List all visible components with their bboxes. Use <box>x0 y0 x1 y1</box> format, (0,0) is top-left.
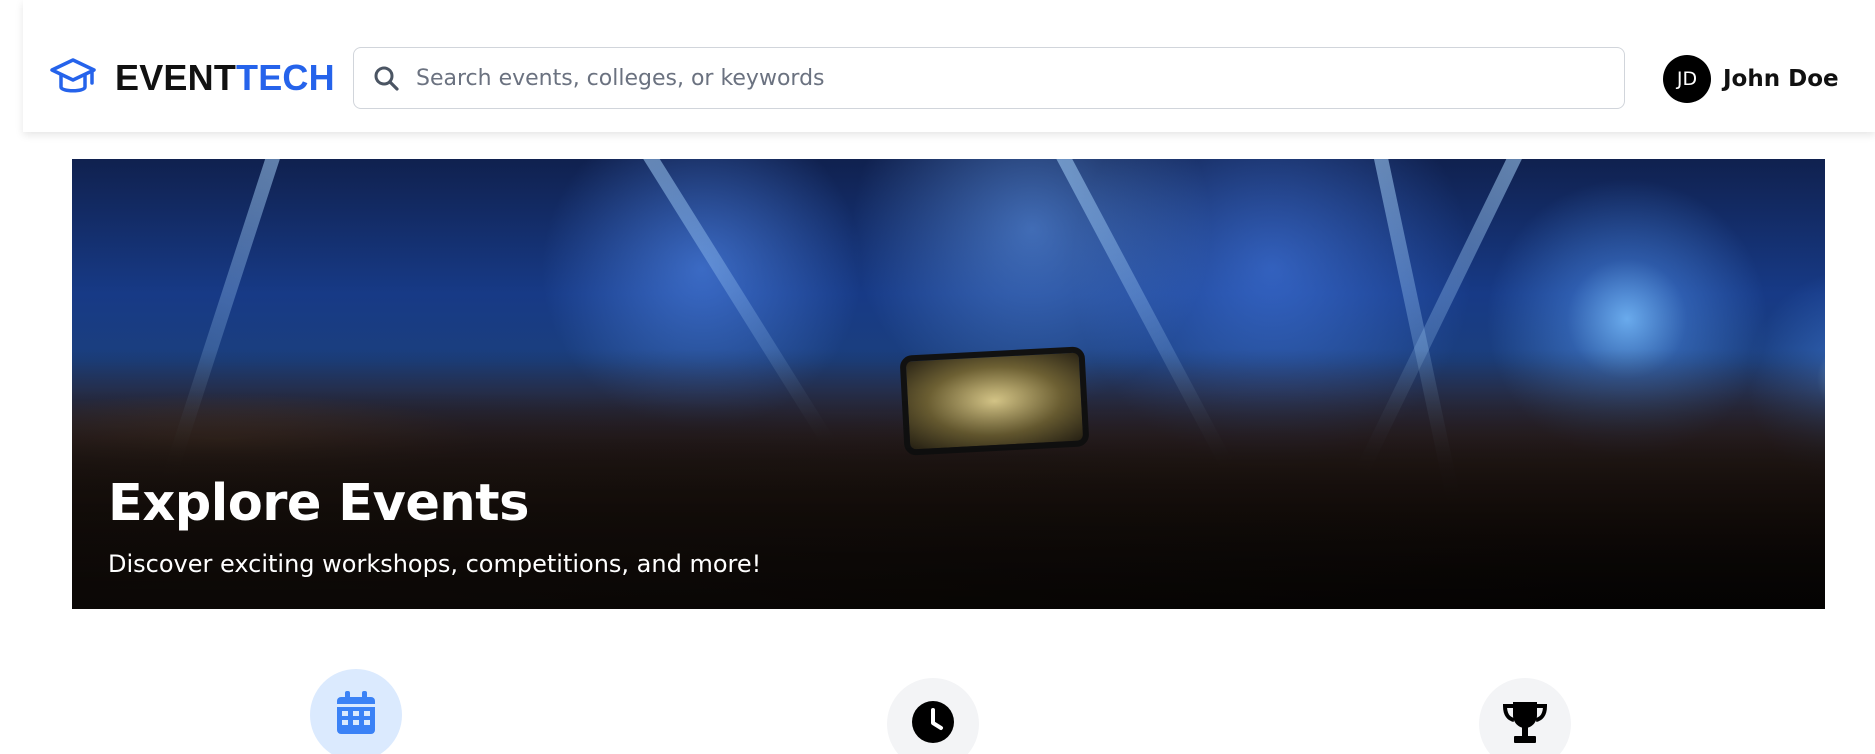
brand-name: EVENTTECH <box>115 56 335 100</box>
user-name[interactable]: John Doe <box>1723 66 1839 92</box>
trophy-icon <box>1501 699 1549 749</box>
brand-name-part2: TECH <box>236 57 335 98</box>
clock-icon <box>911 700 955 748</box>
search-input[interactable] <box>416 48 1596 108</box>
hero-title: Explore Events <box>108 474 529 533</box>
hero-banner: Explore Events Discover exciting worksho… <box>72 159 1825 609</box>
brand-logo[interactable]: EVENTTECH <box>49 56 335 100</box>
search-icon <box>372 64 400 92</box>
feature-calendar <box>310 669 402 754</box>
feature-clock <box>887 678 979 754</box>
hero-subtitle: Discover exciting workshops, competition… <box>108 550 762 578</box>
brand-name-part1: EVENT <box>115 57 237 98</box>
user-menu[interactable]: JD John Doe <box>1663 55 1839 103</box>
search-bar <box>353 47 1625 109</box>
calendar-icon <box>335 690 377 740</box>
top-navbar: EVENTTECH JD John Doe <box>23 0 1875 132</box>
graduation-cap-icon <box>49 56 97 100</box>
page: EVENTTECH JD John Doe Explore Events Dis… <box>0 0 1875 754</box>
avatar[interactable]: JD <box>1663 55 1711 103</box>
feature-trophy <box>1479 678 1571 754</box>
